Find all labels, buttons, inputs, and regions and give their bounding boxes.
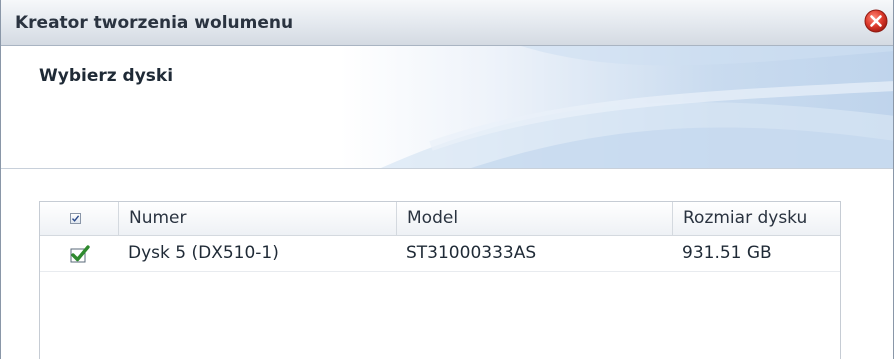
window-title: Kreator tworzenia wolumenu bbox=[15, 13, 294, 33]
table-header: Numer Model Rozmiar dysku bbox=[40, 202, 840, 236]
disk-table: Numer Model Rozmiar dysku Dysk 5 (DX510-… bbox=[39, 201, 841, 359]
header-divider bbox=[1, 168, 893, 169]
dialog-window: Kreator tworzenia wolumenu Wybierz dyski… bbox=[0, 0, 894, 359]
column-header-size[interactable]: Rozmiar dysku bbox=[672, 202, 840, 235]
close-button[interactable] bbox=[863, 8, 889, 34]
row-checkbox[interactable] bbox=[69, 244, 91, 264]
cell-disk-number: Dysk 5 (DX510-1) bbox=[128, 243, 279, 263]
title-bar[interactable]: Kreator tworzenia wolumenu bbox=[1, 0, 893, 46]
close-icon bbox=[864, 9, 888, 33]
column-header-model[interactable]: Model bbox=[396, 202, 672, 235]
select-all-checkbox[interactable] bbox=[70, 213, 81, 224]
cell-disk-size: 931.51 GB bbox=[682, 243, 772, 263]
header-wave-decoration bbox=[381, 46, 893, 168]
column-header-number[interactable]: Numer bbox=[118, 202, 403, 235]
wizard-header: Wybierz dyski bbox=[1, 46, 893, 168]
checkbox-checked-icon bbox=[70, 245, 90, 263]
step-title: Wybierz dyski bbox=[39, 66, 174, 86]
checkmark-icon bbox=[71, 215, 80, 222]
table-row[interactable]: Dysk 5 (DX510-1) ST31000333AS 931.51 GB bbox=[40, 236, 840, 272]
cell-disk-model: ST31000333AS bbox=[406, 243, 537, 263]
